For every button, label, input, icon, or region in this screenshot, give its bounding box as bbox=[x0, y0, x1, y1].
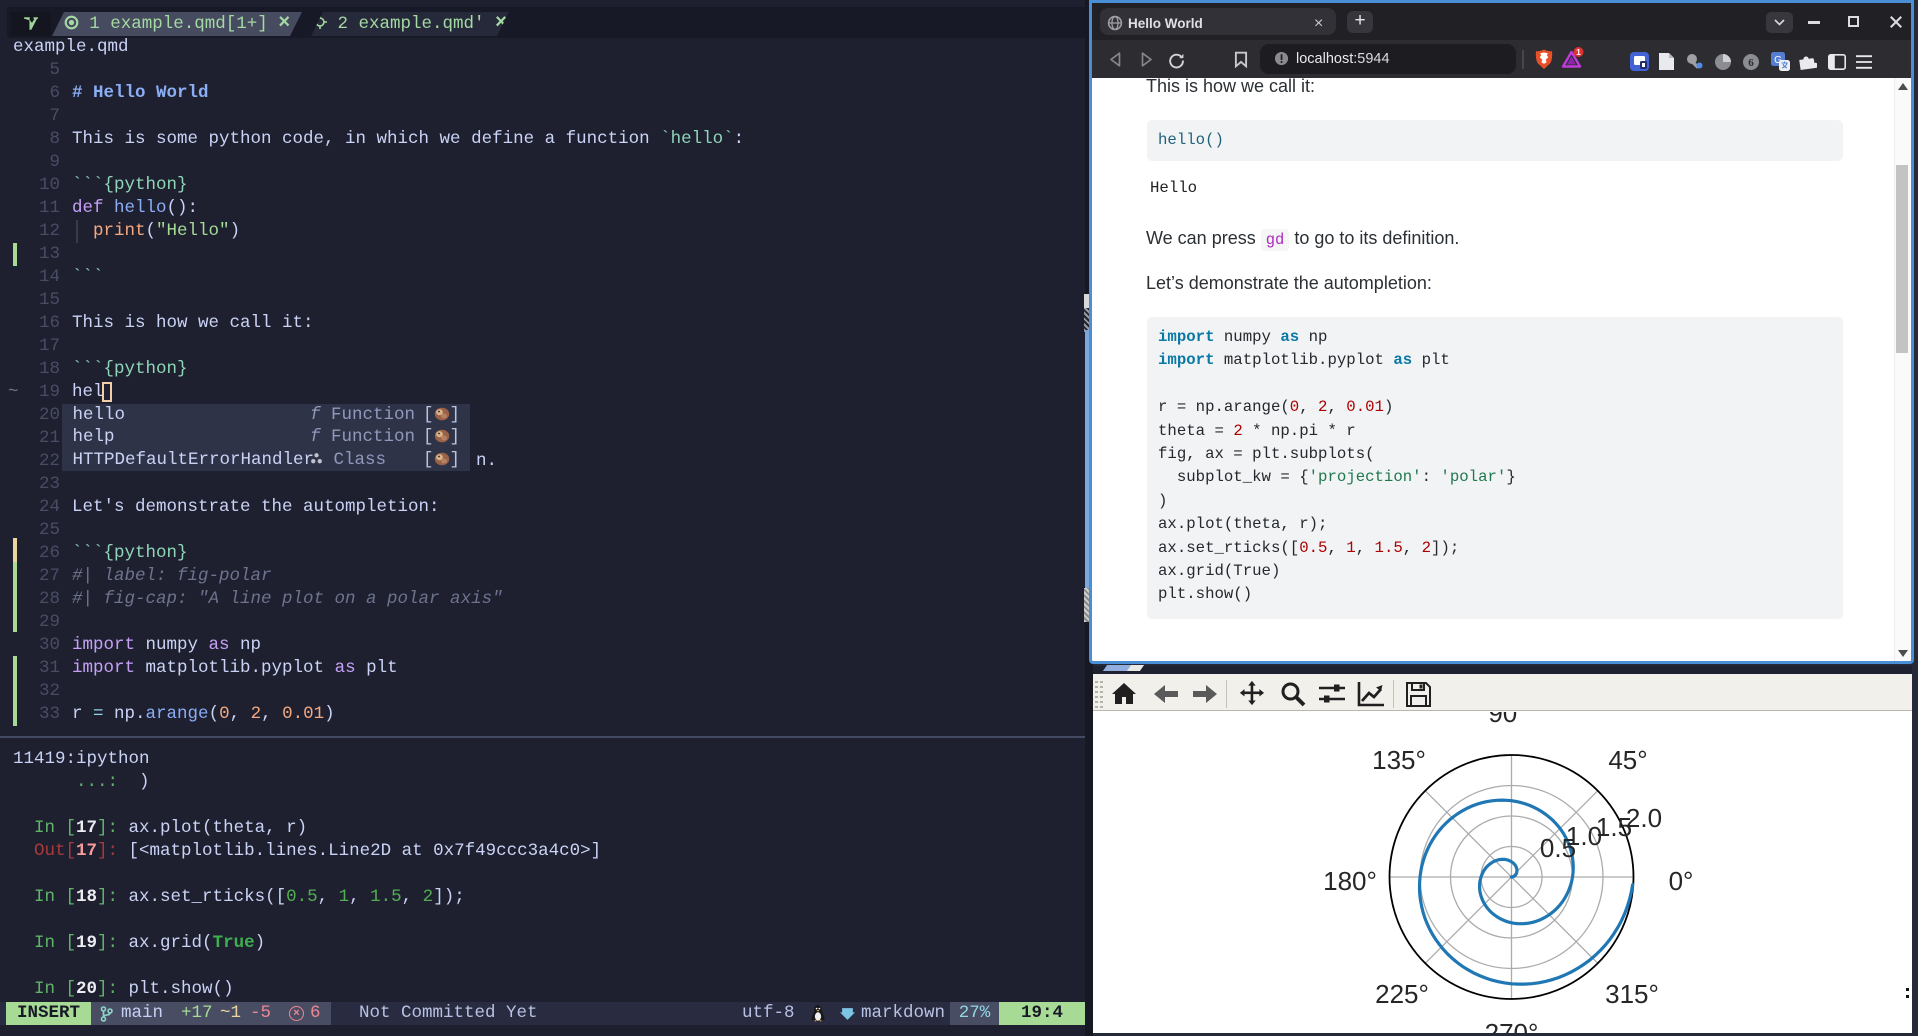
svg-text:0°: 0° bbox=[1669, 866, 1694, 896]
svg-text:315°: 315° bbox=[1605, 979, 1659, 1009]
svg-text:225°: 225° bbox=[1375, 979, 1429, 1009]
svg-text:6: 6 bbox=[1748, 57, 1754, 69]
svg-text:270°: 270° bbox=[1485, 1018, 1539, 1033]
svg-text:1: 1 bbox=[1576, 47, 1581, 57]
svg-text:135°: 135° bbox=[1372, 745, 1426, 775]
svg-text:90°: 90° bbox=[1488, 712, 1527, 728]
svg-text:45°: 45° bbox=[1608, 745, 1647, 775]
svg-text:180°: 180° bbox=[1323, 866, 1377, 896]
svg-text:2.0: 2.0 bbox=[1626, 803, 1662, 833]
